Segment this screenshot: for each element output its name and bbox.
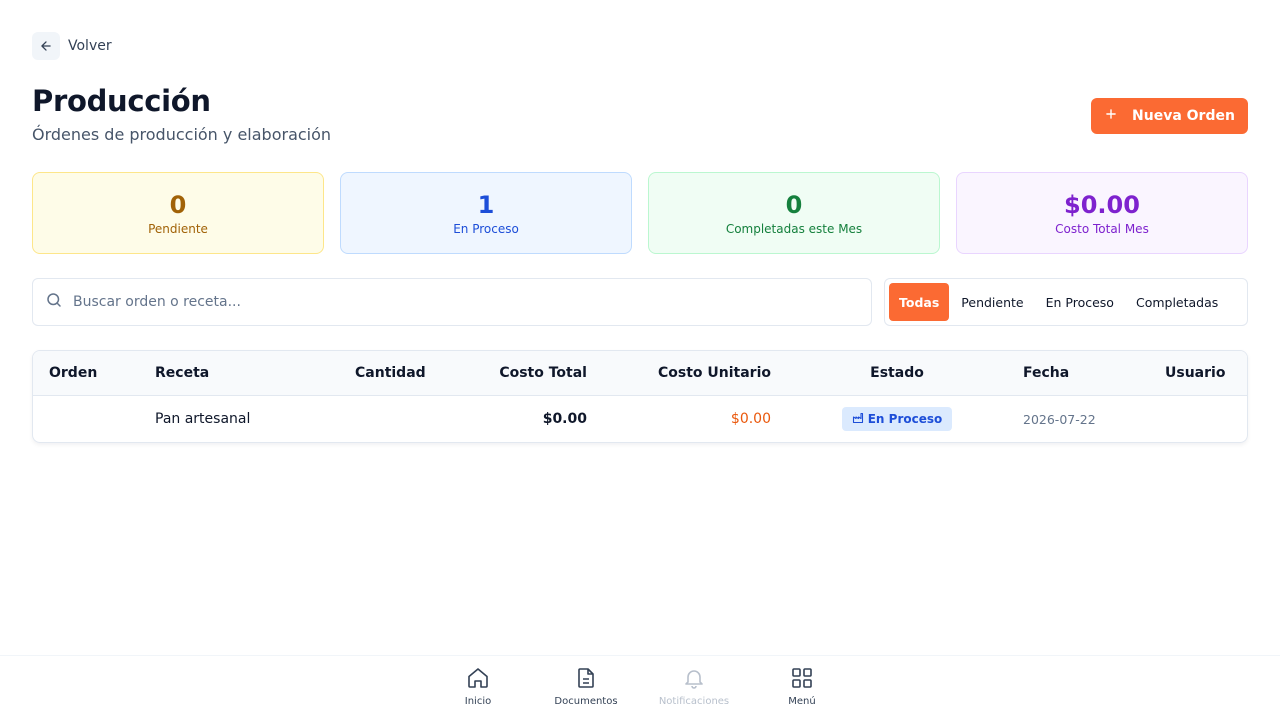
nav-item-notificaciones[interactable]: Notificaciones [649,666,739,707]
cell-receta: Pan artesanal [155,411,251,427]
search-input[interactable] [73,294,871,310]
cell-cantidad [339,396,445,442]
stats-row: 0 Pendiente 1 En Proceso 0 Completadas e… [32,172,1248,254]
nav-label: Inicio [464,696,492,707]
column-header[interactable]: Estado [787,351,1007,395]
nav-item-documentos[interactable]: Documentos [541,666,631,707]
stat-in-process: 1 En Proceso [340,172,632,254]
filter-en-proceso[interactable]: En Proceso [1036,283,1124,321]
search-icon [45,291,63,313]
cell-usuario [1127,396,1247,442]
column-header[interactable]: Costo Unitario [603,351,787,395]
cell-costo-total: $0.00 [542,411,587,427]
nav-label: Notificaciones [658,696,730,707]
back-button[interactable]: Volver [32,32,112,60]
new-order-button[interactable]: Nueva Orden [1091,98,1248,134]
arrow-left-icon [32,32,60,60]
bottom-nav: Inicio Documentos Notificaciones Menú [0,655,1280,720]
cell-fecha: 2026-07-22 [1023,411,1096,427]
column-header[interactable]: Orden [33,351,139,395]
column-header[interactable]: Costo Total [445,351,603,395]
stat-label: Pendiente [148,222,208,236]
filter-completadas[interactable]: Completadas [1126,283,1228,321]
status-filter-group: Todas Pendiente En Proceso Completadas [884,278,1248,326]
new-order-label: Nueva Orden [1132,108,1235,124]
grid-icon [790,666,814,694]
orders-table: Orden Receta Cantidad Costo Total Costo … [32,350,1248,443]
stat-pending: 0 Pendiente [32,172,324,254]
cell-estado: En Proceso [787,396,1007,442]
cell-orden [33,396,139,442]
factory-icon [852,412,864,427]
table-row[interactable]: Pan artesanal $0.00 $0.00 En Proceso 202… [33,396,1247,442]
stat-label: En Proceso [453,222,519,236]
column-header[interactable]: Receta [139,351,339,395]
page-title: Producción [32,84,211,118]
stat-total-cost: $0.00 Costo Total Mes [956,172,1248,254]
stat-value: 0 [785,191,803,219]
nav-label: Menú [788,696,816,707]
back-label: Volver [68,38,112,54]
cell-costo-unitario: $0.00 [730,411,771,427]
stat-value: 1 [477,191,495,219]
stat-label: Completadas este Mes [725,222,863,236]
plus-icon [1104,107,1118,125]
home-icon [466,666,490,694]
nav-item-menu[interactable]: Menú [757,666,847,707]
filter-todas[interactable]: Todas [889,283,950,321]
bell-icon [682,666,706,694]
stat-completed: 0 Completadas este Mes [648,172,940,254]
status-badge-label: En Proceso [867,412,943,426]
document-icon [574,666,598,694]
status-badge: En Proceso [841,407,953,431]
page-subtitle: Órdenes de producción y elaboración [32,125,332,144]
production-page: Volver Producción Órdenes de producción … [0,0,1280,720]
table-header: Orden Receta Cantidad Costo Total Costo … [33,351,1247,396]
stat-value: 0 [169,191,187,219]
stat-value: $0.00 [1064,191,1140,219]
nav-label: Documentos [554,696,618,707]
stat-label: Costo Total Mes [1055,222,1149,236]
filter-pendiente[interactable]: Pendiente [951,283,1033,321]
search-box[interactable] [32,278,872,326]
column-header[interactable]: Cantidad [339,351,445,395]
column-header[interactable]: Fecha [1007,351,1127,395]
column-header[interactable]: Usuario [1127,351,1247,395]
nav-item-inicio[interactable]: Inicio [433,666,523,707]
